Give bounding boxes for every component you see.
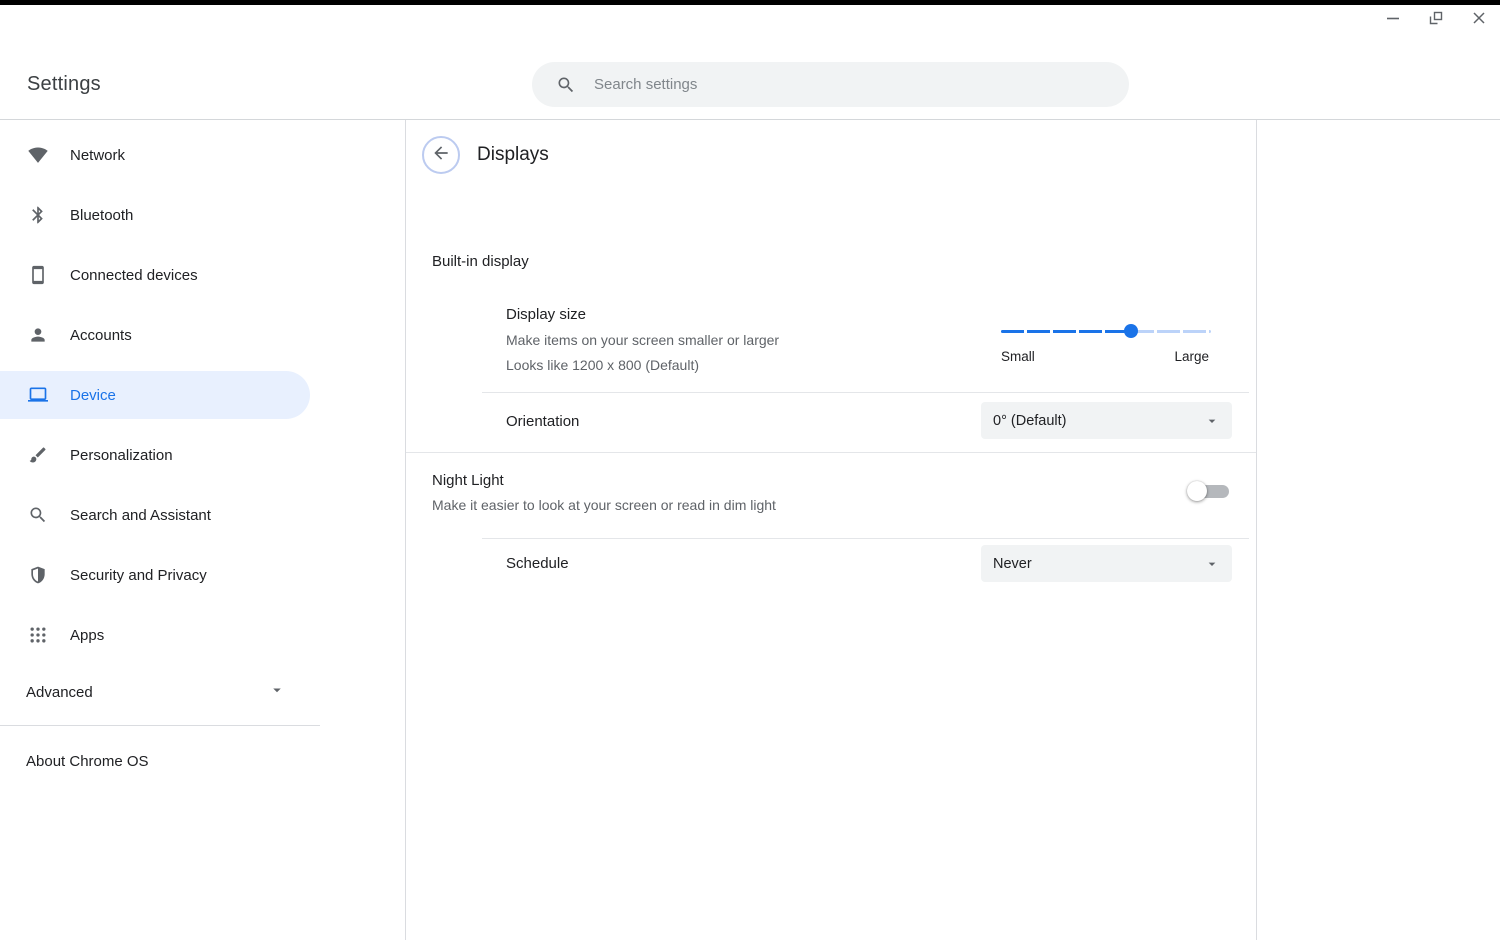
sidebar-item-label: Apps	[70, 627, 104, 644]
sidebar-item-label: Search and Assistant	[70, 507, 211, 524]
sidebar-advanced-toggle[interactable]: Advanced	[0, 668, 310, 716]
window-controls	[1384, 11, 1488, 29]
about-label: About Chrome OS	[26, 753, 149, 770]
arrow-back-icon	[431, 143, 451, 168]
schedule-value: Never	[993, 556, 1204, 572]
sidebar-item-label: Connected devices	[70, 267, 198, 284]
sidebar-item-security-privacy[interactable]: Security and Privacy	[0, 551, 310, 599]
sidebar-item-label: Personalization	[70, 447, 173, 464]
sidebar-item-label: Accounts	[70, 327, 132, 344]
night-light-description: Make it easier to look at your screen or…	[432, 497, 776, 513]
wifi-icon	[28, 145, 48, 165]
sidebar-item-connected-devices[interactable]: Connected devices	[0, 251, 310, 299]
slider-track-fill	[1001, 330, 1131, 333]
sidebar-item-about-chrome-os[interactable]: About Chrome OS	[0, 737, 310, 785]
display-size-resolution-note: Looks like 1200 x 800 (Default)	[506, 357, 699, 373]
sidebar-item-search-assistant[interactable]: Search and Assistant	[0, 491, 310, 539]
section-title-built-in-display: Built-in display	[432, 253, 529, 270]
minimize-icon	[1385, 10, 1401, 31]
slider-knob[interactable]	[1124, 324, 1138, 338]
sidebar-item-bluetooth[interactable]: Bluetooth	[0, 191, 310, 239]
display-size-label: Display size	[506, 306, 586, 323]
sidebar-item-label: Device	[70, 387, 116, 404]
dropdown-caret-icon	[1204, 413, 1220, 429]
apps-grid-icon	[28, 625, 48, 645]
back-button[interactable]	[422, 136, 460, 174]
schedule-label: Schedule	[506, 555, 569, 572]
sidebar-item-label: Bluetooth	[70, 207, 133, 224]
main-content: Displays Built-in display Display size M…	[405, 120, 1257, 940]
window-top-strip	[0, 0, 1500, 5]
sidebar-item-label: Network	[70, 147, 125, 164]
sidebar-item-apps[interactable]: Apps	[0, 611, 310, 659]
search-input[interactable]	[594, 76, 1109, 93]
sidebar-item-personalization[interactable]: Personalization	[0, 431, 310, 479]
slider-max-label: Large	[1174, 349, 1209, 364]
sidebar-item-accounts[interactable]: Accounts	[0, 311, 310, 359]
advanced-label: Advanced	[26, 684, 93, 701]
row-divider	[482, 538, 1249, 539]
orientation-label: Orientation	[506, 413, 579, 430]
dropdown-caret-icon	[1204, 556, 1220, 572]
night-light-toggle[interactable]	[1187, 481, 1229, 501]
display-size-description: Make items on your screen smaller or lar…	[506, 332, 779, 348]
sidebar-item-label: Security and Privacy	[70, 567, 207, 584]
night-light-label: Night Light	[432, 472, 504, 489]
restore-button[interactable]	[1427, 11, 1445, 29]
smartphone-icon	[28, 265, 48, 285]
schedule-dropdown[interactable]: Never	[981, 545, 1232, 582]
person-icon	[28, 325, 48, 345]
search-icon	[28, 505, 48, 525]
restore-icon	[1428, 10, 1444, 31]
laptop-icon	[28, 385, 48, 405]
display-size-slider[interactable]	[1001, 324, 1211, 338]
search-bar[interactable]	[532, 62, 1129, 107]
sidebar-divider	[0, 725, 320, 726]
close-button[interactable]	[1470, 11, 1488, 29]
orientation-dropdown[interactable]: 0° (Default)	[981, 402, 1232, 439]
toggle-knob	[1187, 481, 1207, 501]
search-icon	[556, 75, 576, 95]
section-divider	[406, 452, 1256, 453]
sidebar-item-device[interactable]: Device	[0, 371, 310, 419]
minimize-button[interactable]	[1384, 11, 1402, 29]
slider-min-label: Small	[1001, 349, 1035, 364]
bluetooth-icon	[28, 205, 48, 225]
app-title: Settings	[27, 73, 101, 96]
close-icon	[1471, 10, 1487, 31]
chevron-down-icon	[268, 681, 286, 703]
sidebar-item-network[interactable]: Network	[0, 131, 310, 179]
shield-icon	[28, 565, 48, 585]
brush-icon	[28, 445, 48, 465]
page-title: Displays	[477, 144, 549, 166]
orientation-value: 0° (Default)	[993, 413, 1204, 429]
row-divider	[482, 392, 1249, 393]
